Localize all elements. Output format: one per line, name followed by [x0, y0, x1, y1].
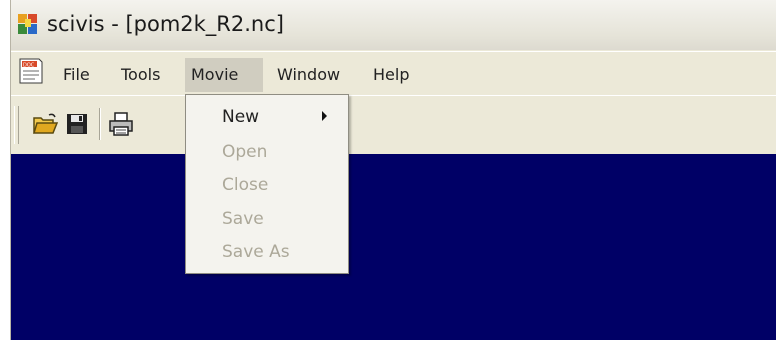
submenu-arrow-icon [322, 111, 327, 121]
svg-text:DOC: DOC [23, 63, 35, 69]
menu-tools[interactable]: Tools [115, 58, 166, 92]
menu-window[interactable]: Window [271, 58, 346, 92]
window-title: scivis - [pom2k_R2.nc] [47, 12, 284, 36]
menu-item-new[interactable]: New [222, 103, 259, 131]
menu-item-close[interactable]: Close [222, 171, 268, 199]
toolbar [11, 95, 776, 155]
menu-item-open[interactable]: Open [222, 138, 267, 166]
scivis-app-icon [18, 14, 37, 34]
menu-item-save-as[interactable]: Save As [222, 238, 290, 266]
toolbar-grip[interactable] [14, 106, 19, 144]
toolbar-separator [99, 108, 101, 140]
menu-item-save[interactable]: Save [222, 205, 264, 233]
menu-file[interactable]: File [57, 58, 96, 92]
movie-dropdown-menu: New Open Close Save Save As [185, 94, 349, 274]
menu-help[interactable]: Help [367, 58, 415, 92]
visualization-canvas[interactable] [11, 154, 776, 340]
application-window: scivis - [pom2k_R2.nc] DOC File Tools Mo… [10, 0, 776, 340]
open-folder-icon[interactable] [31, 110, 59, 138]
document-icon[interactable]: DOC [17, 57, 45, 85]
printer-icon[interactable] [107, 110, 135, 138]
menu-bar: DOC File Tools Movie Window Help [11, 51, 776, 95]
menu-movie[interactable]: Movie [185, 58, 263, 92]
save-disk-icon[interactable] [63, 110, 91, 138]
title-bar[interactable]: scivis - [pom2k_R2.nc] [11, 0, 776, 50]
